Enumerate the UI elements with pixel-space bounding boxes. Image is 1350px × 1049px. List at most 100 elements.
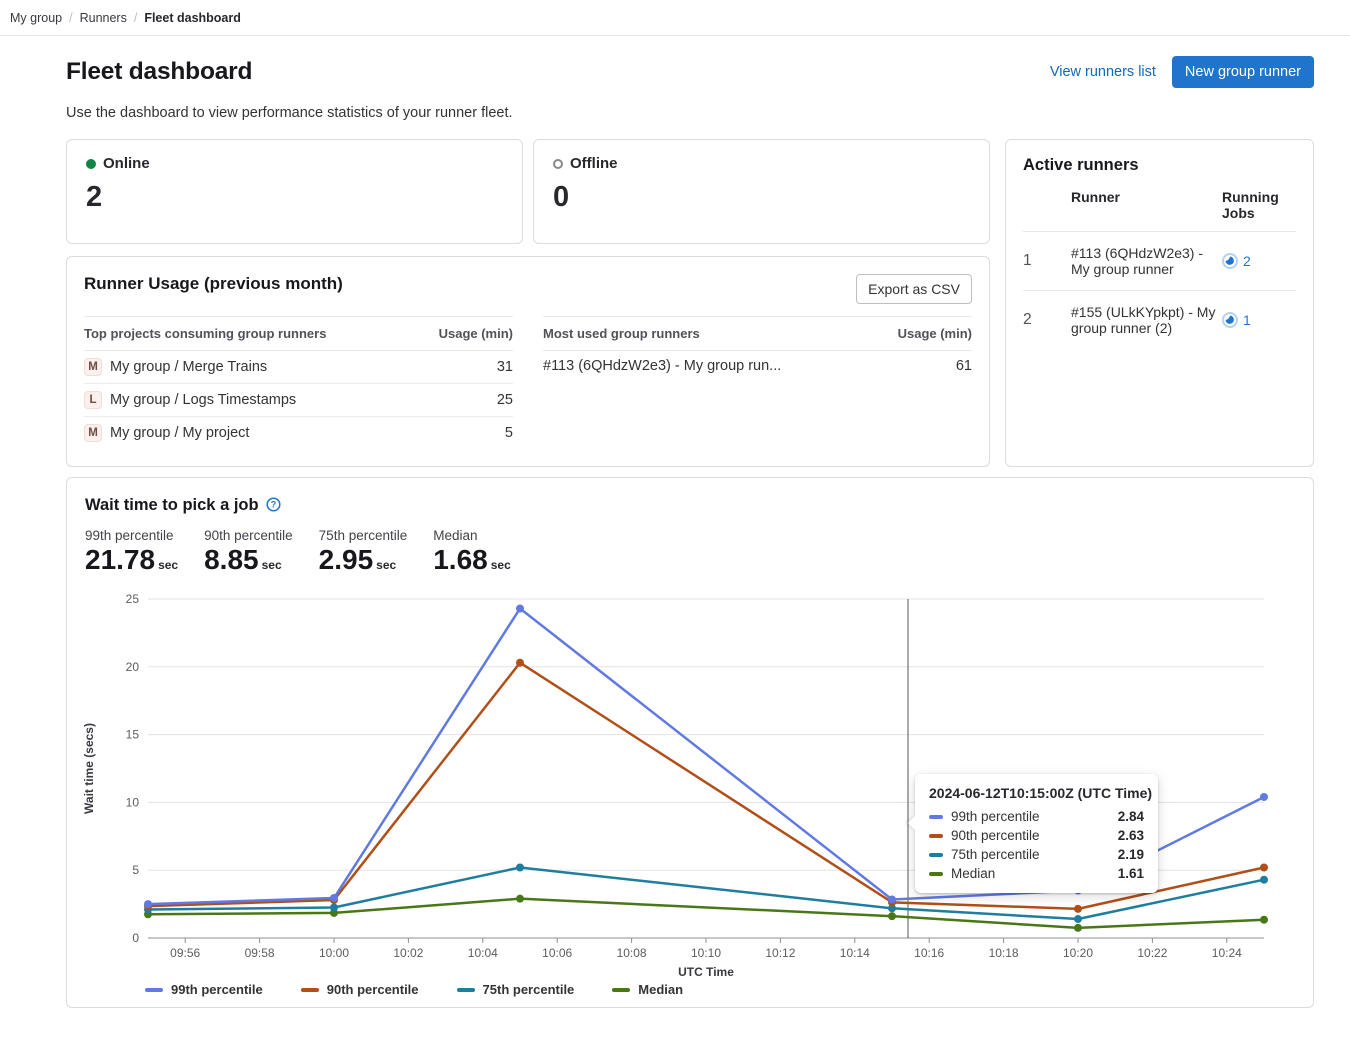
project-avatar: M bbox=[84, 358, 102, 376]
wait-time-title: Wait time to pick a job bbox=[85, 496, 259, 515]
running-status-icon bbox=[1222, 253, 1238, 269]
view-runners-list-link[interactable]: View runners list bbox=[1050, 64, 1156, 80]
project-name: My group / My project bbox=[110, 425, 249, 441]
stat-value: 2.95 bbox=[319, 544, 374, 575]
wait-time-stats: 99th percentile 21.78sec 90th percentile… bbox=[67, 528, 1313, 582]
stat-90th-percentile: 90th percentile 8.85sec bbox=[204, 528, 293, 582]
svg-text:10:18: 10:18 bbox=[989, 946, 1019, 960]
online-runners-card: Online 2 bbox=[66, 139, 523, 244]
active-runners-title: Active runners bbox=[1023, 156, 1296, 175]
project-usage: 31 bbox=[497, 359, 513, 375]
stat-99th-percentile: 99th percentile 21.78sec bbox=[85, 528, 178, 582]
svg-text:09:56: 09:56 bbox=[170, 946, 200, 960]
stat-unit: sec bbox=[262, 558, 282, 572]
project-avatar: L bbox=[84, 391, 102, 409]
tooltip-series-value: 2.84 bbox=[1118, 809, 1144, 824]
online-label: Online bbox=[103, 155, 150, 172]
usage-min-header: Usage (min) bbox=[439, 326, 513, 341]
stat-unit: sec bbox=[491, 558, 511, 572]
stat-75th-percentile: 75th percentile 2.95sec bbox=[319, 528, 408, 582]
breadcrumb-current: Fleet dashboard bbox=[144, 11, 241, 25]
tooltip-series-name: Median bbox=[951, 866, 995, 881]
svg-text:5: 5 bbox=[132, 863, 139, 877]
running-status-icon bbox=[1222, 312, 1238, 328]
offline-runners-card: Offline 0 bbox=[533, 139, 990, 244]
legend-swatch bbox=[457, 988, 475, 992]
svg-text:?: ? bbox=[270, 500, 275, 510]
new-group-runner-button[interactable]: New group runner bbox=[1172, 56, 1314, 88]
svg-text:15: 15 bbox=[126, 728, 140, 742]
stat-label: 99th percentile bbox=[85, 528, 178, 543]
runner-usage: 61 bbox=[956, 358, 972, 374]
online-status-icon bbox=[86, 159, 96, 169]
stat-median: Median 1.68sec bbox=[433, 528, 511, 582]
svg-text:10:04: 10:04 bbox=[468, 946, 498, 960]
svg-text:10:02: 10:02 bbox=[393, 946, 423, 960]
runner-rank: 2 bbox=[1023, 311, 1065, 329]
tooltip-series-name: 75th percentile bbox=[951, 847, 1040, 862]
table-row: M My group / Merge Trains 31 bbox=[84, 351, 513, 384]
svg-text:Wait time (secs): Wait time (secs) bbox=[82, 723, 96, 814]
stat-value: 1.68 bbox=[433, 544, 488, 575]
project-avatar: M bbox=[84, 424, 102, 442]
most-used-runners-table: Most used group runners Usage (min) #113… bbox=[543, 316, 972, 449]
project-usage: 5 bbox=[505, 425, 513, 441]
tooltip-series-value: 1.61 bbox=[1118, 866, 1144, 881]
table-row: L My group / Logs Timestamps 25 bbox=[84, 384, 513, 417]
series-swatch-90th bbox=[929, 834, 943, 838]
table-row: 2 #155 (ULkKYpkpt) - My group runner (2)… bbox=[1023, 291, 1296, 349]
usage-min-header: Usage (min) bbox=[898, 326, 972, 341]
tooltip-series-value: 2.19 bbox=[1118, 847, 1144, 862]
stat-label: 75th percentile bbox=[319, 528, 408, 543]
page-title: Fleet dashboard bbox=[66, 58, 252, 86]
svg-text:UTC Time: UTC Time bbox=[678, 965, 734, 979]
series-swatch-99th bbox=[929, 815, 943, 819]
online-count: 2 bbox=[86, 181, 503, 214]
breadcrumb: My group / Runners / Fleet dashboard bbox=[0, 0, 1350, 36]
legend-swatch bbox=[301, 988, 319, 992]
svg-text:25: 25 bbox=[126, 592, 140, 606]
svg-text:10:16: 10:16 bbox=[914, 946, 944, 960]
help-icon[interactable]: ? bbox=[266, 497, 281, 512]
offline-label: Offline bbox=[570, 155, 618, 172]
svg-text:09:58: 09:58 bbox=[245, 946, 275, 960]
page-description: Use the dashboard to view performance st… bbox=[66, 105, 1314, 121]
table-row: #113 (6QHdzW2e3) - My group run... 61 bbox=[543, 351, 972, 381]
stat-unit: sec bbox=[158, 558, 178, 572]
tooltip-series-name: 90th percentile bbox=[951, 828, 1040, 843]
stat-value: 21.78 bbox=[85, 544, 155, 575]
running-jobs-count-link[interactable]: 2 bbox=[1243, 253, 1251, 269]
top-projects-table: Top projects consuming group runners Usa… bbox=[84, 316, 513, 449]
breadcrumb-separator: / bbox=[69, 11, 72, 25]
svg-text:10:22: 10:22 bbox=[1137, 946, 1167, 960]
runner-name: #113 (6QHdzW2e3) - My group run... bbox=[543, 358, 781, 374]
breadcrumb-separator: / bbox=[134, 11, 137, 25]
running-jobs-count-link[interactable]: 1 bbox=[1243, 312, 1251, 328]
offline-count: 0 bbox=[553, 181, 970, 214]
tooltip-series-value: 2.63 bbox=[1118, 828, 1144, 843]
svg-text:10:00: 10:00 bbox=[319, 946, 349, 960]
series-swatch-75th bbox=[929, 853, 943, 857]
runner-description: #155 (ULkKYpkpt) - My group runner (2) bbox=[1071, 304, 1216, 336]
wait-time-card: Wait time to pick a job ? 99th percentil… bbox=[66, 477, 1314, 1008]
svg-text:0: 0 bbox=[132, 931, 139, 945]
most-used-runners-header: Most used group runners bbox=[543, 326, 700, 341]
stat-label: Median bbox=[433, 528, 511, 543]
series-swatch-median bbox=[929, 872, 943, 876]
svg-text:10:20: 10:20 bbox=[1063, 946, 1093, 960]
breadcrumb-runners[interactable]: Runners bbox=[80, 11, 127, 25]
running-jobs-column-header: Running Jobs bbox=[1222, 189, 1296, 221]
project-name: My group / Logs Timestamps bbox=[110, 392, 296, 408]
svg-text:10: 10 bbox=[126, 795, 140, 809]
export-csv-button[interactable]: Export as CSV bbox=[856, 274, 972, 304]
tooltip-row: 99th percentile 2.84 bbox=[929, 809, 1144, 824]
svg-text:10:10: 10:10 bbox=[691, 946, 721, 960]
project-name: My group / Merge Trains bbox=[110, 359, 267, 375]
svg-text:10:14: 10:14 bbox=[840, 946, 870, 960]
top-projects-header: Top projects consuming group runners bbox=[84, 326, 326, 341]
breadcrumb-my-group[interactable]: My group bbox=[10, 11, 62, 25]
runner-rank: 1 bbox=[1023, 252, 1065, 270]
tooltip-row: 90th percentile 2.63 bbox=[929, 828, 1144, 843]
tooltip-title: 2024-06-12T10:15:00Z (UTC Time) bbox=[929, 785, 1144, 801]
svg-text:20: 20 bbox=[126, 660, 140, 674]
